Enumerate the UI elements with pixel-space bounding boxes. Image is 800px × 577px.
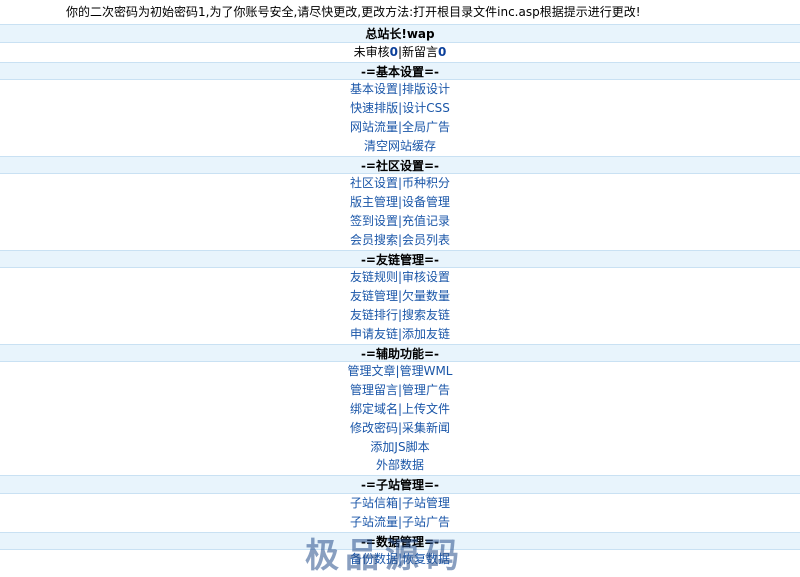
menu-row: 子站流量|子站广告 <box>0 512 800 532</box>
menu-link[interactable]: 外部数据 <box>376 458 424 472</box>
menu-link[interactable]: 版主管理 <box>350 195 398 209</box>
menu-link[interactable]: 网站流量 <box>350 120 398 134</box>
menu-link[interactable]: 设计CSS <box>402 101 450 115</box>
menu-link[interactable]: 申请友链 <box>350 327 398 341</box>
menu-row: 友链管理|欠量数量 <box>0 287 800 306</box>
menu-row: 网站流量|全局广告 <box>0 117 800 137</box>
menu-row: 清空网站缓存 <box>0 136 800 156</box>
new-messages-link[interactable]: 新留言 <box>402 45 438 59</box>
admin-menu: -=基本设置=- 基本设置|排版设计 快速排版|设计CSS 网站流量|全局广告清空网站… <box>0 61 800 570</box>
menu-link[interactable]: 子站广告 <box>402 515 450 529</box>
menu-row: 会员搜索|会员列表 <box>0 230 800 250</box>
menu-row: 基本设置|排版设计 <box>0 80 800 100</box>
menu-link[interactable]: 审核设置 <box>402 270 450 284</box>
menu-link[interactable]: 采集新闻 <box>402 421 450 435</box>
pending-review-count: 0 <box>389 44 398 59</box>
menu-link[interactable]: 修改密码 <box>350 421 398 435</box>
menu-link[interactable]: 子站流量 <box>350 515 398 529</box>
menu-link[interactable]: 快速排版 <box>350 101 398 115</box>
menu-link[interactable]: 管理留言 <box>350 383 398 397</box>
section-heading: -=社区设置=- <box>0 155 800 175</box>
menu-row: 添加JS脚本 <box>0 437 800 457</box>
section-heading: -=数据管理=- <box>0 531 800 551</box>
section-heading: -=子站管理=- <box>0 475 800 494</box>
menu-row: 备份数据|恢复数据 <box>0 550 800 570</box>
menu-row: 外部数据 <box>0 456 800 476</box>
menu-link[interactable]: 添加JS脚本 <box>370 440 429 454</box>
menu-link[interactable]: 签到设置 <box>350 214 398 228</box>
pending-status: 未审核0|新留言0 <box>0 42 800 62</box>
pending-review-link[interactable]: 未审核 <box>354 45 390 59</box>
menu-row: 友链规则|审核设置 <box>0 268 800 288</box>
menu-link[interactable]: 管理文章 <box>348 364 396 378</box>
menu-row: 绑定域名|上传文件 <box>0 399 800 419</box>
menu-row: 修改密码|采集新闻 <box>0 418 800 438</box>
menu-link[interactable]: 恢复数据 <box>402 552 450 566</box>
menu-link[interactable]: 友链规则 <box>350 270 398 284</box>
menu-link[interactable]: 绑定域名 <box>350 402 398 416</box>
menu-link[interactable]: 添加友链 <box>402 327 450 341</box>
menu-link[interactable]: 基本设置 <box>350 82 398 96</box>
password-notice: 你的二次密码为初始密码1,为了你账号安全,请尽快更改,更改方法:打开根目录文件i… <box>66 5 641 19</box>
menu-row: 版主管理|设备管理 <box>0 193 800 212</box>
menu-link[interactable]: 友链管理 <box>350 289 398 303</box>
menu-row: 社区设置|币种积分 <box>0 174 800 194</box>
menu-row: 友链排行|搜索友链 <box>0 305 800 325</box>
menu-link[interactable]: 会员列表 <box>402 233 450 247</box>
menu-link[interactable]: 充值记录 <box>402 214 450 228</box>
menu-link[interactable]: 排版设计 <box>402 82 450 96</box>
menu-link[interactable]: 清空网站缓存 <box>364 139 436 153</box>
menu-row: 签到设置|充值记录 <box>0 211 800 231</box>
menu-link[interactable]: 子站信箱 <box>350 496 398 510</box>
section-heading: -=友链管理=- <box>0 249 800 269</box>
menu-link[interactable]: 备份数据 <box>350 552 398 566</box>
menu-row: 管理文章|管理WML <box>0 362 800 382</box>
section-heading: -=基本设置=- <box>0 61 800 81</box>
menu-row: 申请友链|添加友链 <box>0 324 800 344</box>
menu-row: 管理留言|管理广告 <box>0 381 800 400</box>
menu-link[interactable]: 子站管理 <box>402 496 450 510</box>
menu-link[interactable]: 上传文件 <box>402 402 450 416</box>
menu-row: 子站信箱|子站管理 <box>0 493 800 513</box>
menu-link[interactable]: 搜索友链 <box>402 308 450 322</box>
menu-link[interactable]: 社区设置 <box>350 176 398 190</box>
page-title: 总站长!wap <box>0 24 800 43</box>
menu-link[interactable]: 设备管理 <box>402 195 450 209</box>
menu-link[interactable]: 币种积分 <box>402 176 450 190</box>
menu-link[interactable]: 管理广告 <box>402 383 450 397</box>
menu-link[interactable]: 全局广告 <box>402 120 450 134</box>
menu-link[interactable]: 管理WML <box>400 364 453 378</box>
menu-link[interactable]: 会员搜索 <box>350 233 398 247</box>
new-messages-count: 0 <box>438 44 447 59</box>
menu-link[interactable]: 欠量数量 <box>402 289 450 303</box>
section-heading: -=辅助功能=- <box>0 343 800 363</box>
menu-link[interactable]: 友链排行 <box>350 308 398 322</box>
menu-row: 快速排版|设计CSS <box>0 99 800 118</box>
